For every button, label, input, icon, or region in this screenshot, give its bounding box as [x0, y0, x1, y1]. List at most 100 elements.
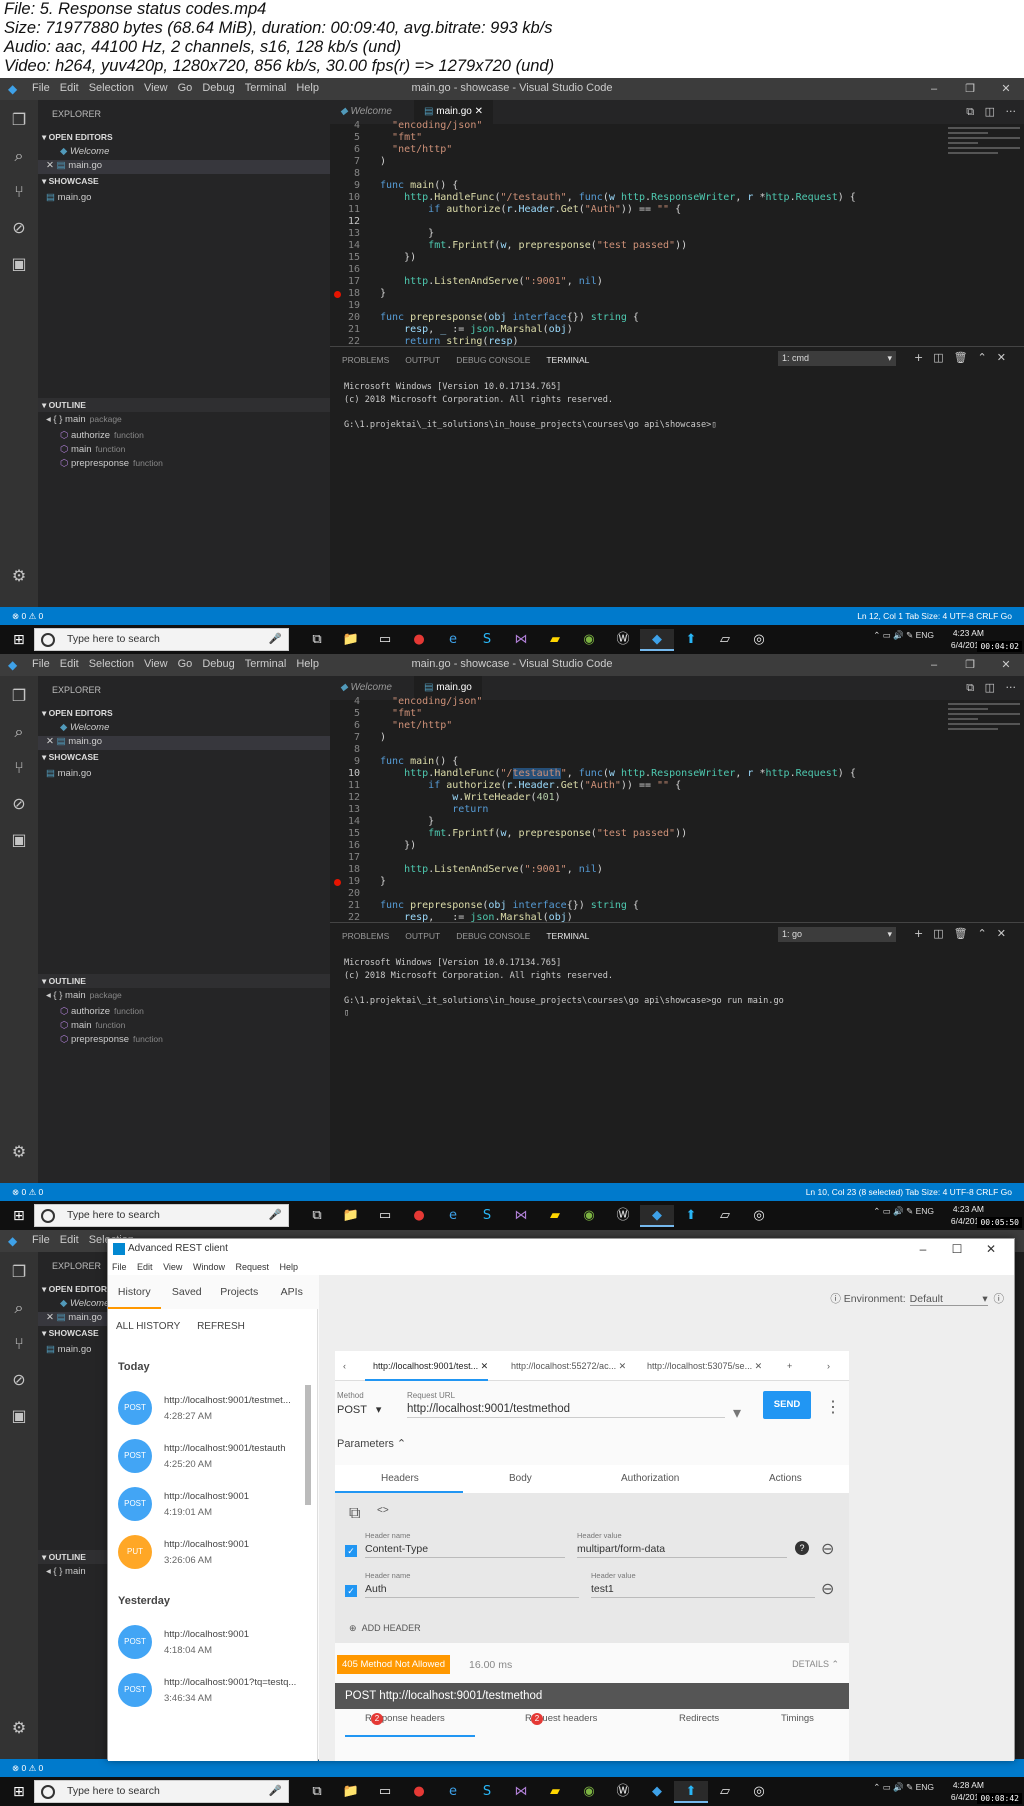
header-enabled-checkbox[interactable]: ✓ — [345, 1545, 357, 1557]
file-explorer-icon[interactable]: 📁 — [334, 1781, 368, 1803]
sticky-notes-icon[interactable]: ▰ — [538, 629, 572, 651]
files-icon[interactable]: ❐ — [9, 110, 29, 130]
showcase-section[interactable]: ▾ SHOWCASE — [38, 176, 330, 187]
open-editors-section[interactable]: ▾ OPEN EDITORS — [38, 132, 330, 143]
source-control-icon[interactable]: ⑂ — [9, 1334, 29, 1354]
tab-saved[interactable]: Saved — [161, 1275, 214, 1309]
tab-body[interactable]: Body — [509, 1473, 532, 1484]
menu-file[interactable]: File — [32, 1234, 50, 1246]
tab-problems[interactable]: PROBLEMS — [342, 355, 389, 365]
debug-icon[interactable]: ⊘ — [9, 794, 29, 814]
copy-icon[interactable]: ⧉ — [349, 1505, 360, 1523]
tab-authorization[interactable]: Authorization — [621, 1473, 679, 1484]
gear-icon[interactable]: ⚙ — [9, 1142, 29, 1162]
file-main-go[interactable]: ▤ main.go — [46, 192, 91, 203]
method-select[interactable]: POST ▾ — [337, 1403, 381, 1416]
outline-main-func[interactable]: ⬡ main function — [60, 1020, 125, 1031]
tab-output[interactable]: OUTPUT — [405, 931, 440, 941]
code-icon[interactable]: <> — [377, 1505, 389, 1516]
minimize-icon[interactable]: – — [916, 654, 952, 676]
chevron-down-icon[interactable]: ▾ — [733, 1403, 741, 1423]
history-item[interactable]: POST http://localhost:9001 4:19:01 AM — [118, 1487, 308, 1531]
history-item[interactable]: POST http://localhost:9001?tq=testq... 3:4… — [118, 1673, 308, 1717]
opera-icon[interactable]: ● — [402, 629, 436, 651]
tab-terminal[interactable]: TERMINAL — [546, 931, 589, 941]
wamp-icon[interactable]: Ⓦ — [606, 1205, 640, 1227]
problems-count[interactable]: ⊗ 0 ⚠ 0 — [12, 1759, 43, 1777]
maximize-icon[interactable]: ☐ — [940, 1239, 974, 1259]
edge-icon[interactable]: e — [436, 1781, 470, 1803]
open-editor-main-go[interactable]: ✕ ▤ main.go — [38, 160, 330, 174]
header-name-input[interactable]: Content-Type — [365, 1543, 565, 1558]
environment-selector[interactable]: ⓘ Environment: Default ▾ ⓘ — [830, 1291, 1004, 1306]
remove-header-icon[interactable]: ⊖ — [821, 1579, 834, 1599]
microphone-icon[interactable]: 🎤 — [269, 1205, 282, 1226]
terminal-app-icon[interactable]: ▭ — [368, 1205, 402, 1227]
parameters-toggle[interactable]: Parameters ⌃ — [337, 1437, 406, 1450]
cursor-status[interactable]: Ln 10, Col 23 (8 selected) Tab Size: 4 U… — [806, 1183, 1012, 1201]
outline-main[interactable]: ◂ { } main — [46, 1566, 86, 1577]
opera-icon[interactable]: ● — [402, 1781, 436, 1803]
task-view-icon[interactable]: ⧉ — [300, 1781, 334, 1803]
extensions-icon[interactable]: ▣ — [9, 1406, 29, 1426]
help-icon[interactable]: ⓘ — [994, 1293, 1005, 1305]
cursor-status[interactable]: Ln 12, Col 1 Tab Size: 4 UTF-8 CRLF Go — [857, 607, 1012, 625]
url-input[interactable]: http://localhost:9001/testmethod — [407, 1403, 725, 1418]
arc-menu-request[interactable]: Request — [235, 1262, 269, 1272]
microphone-icon[interactable]: 🎤 — [269, 629, 282, 650]
edge-icon[interactable]: e — [436, 629, 470, 651]
terminal-select[interactable]: 1: cmd ▾ — [778, 351, 896, 366]
opera-icon[interactable]: ● — [402, 1205, 436, 1227]
tab-timings[interactable]: Timings — [781, 1713, 814, 1724]
book-icon[interactable]: ▱ — [708, 1781, 742, 1803]
close-icon[interactable]: ✕ — [46, 160, 54, 171]
header-value-input[interactable]: test1 — [591, 1583, 815, 1598]
terminal-select[interactable]: 1: go ▾ — [778, 927, 896, 942]
restore-icon[interactable]: ❐ — [952, 654, 988, 676]
debug-icon[interactable]: ⊘ — [9, 218, 29, 238]
outline-section[interactable]: ▾ OUTLINE — [38, 398, 330, 412]
more-icon[interactable]: ⋮ — [825, 1397, 841, 1417]
minimize-icon[interactable]: – — [916, 78, 952, 100]
send-button[interactable]: SEND — [763, 1391, 811, 1419]
source-control-icon[interactable]: ⑂ — [9, 758, 29, 778]
sticky-notes-icon[interactable]: ▰ — [538, 1205, 572, 1227]
gear-icon[interactable]: ⚙ — [9, 566, 29, 586]
outline-main-func[interactable]: ⬡ main function — [60, 444, 125, 455]
visual-studio-icon[interactable]: ⋈ — [504, 1781, 538, 1803]
windows-start-icon[interactable]: ⊞ — [13, 632, 25, 648]
extensions-icon[interactable]: ▣ — [9, 254, 29, 274]
arc-menu-edit[interactable]: Edit — [137, 1262, 153, 1272]
outline-prepresponse[interactable]: ⬡ prepresponse function — [60, 1034, 163, 1045]
source-control-icon[interactable]: ⑂ — [9, 182, 29, 202]
terminal-output[interactable]: Microsoft Windows [Version 10.0.17134.76… — [344, 957, 784, 1020]
arc-menu-file[interactable]: File — [112, 1262, 127, 1272]
close-icon[interactable]: ✕ — [988, 78, 1024, 100]
request-tab-3[interactable]: http://localhost:53075/se... ✕ — [639, 1351, 762, 1381]
problems-count[interactable]: ⊗ 0 ⚠ 0 — [12, 1183, 43, 1201]
close-icon[interactable]: ✕ — [988, 654, 1024, 676]
app-icon[interactable]: ⬆ — [674, 1205, 708, 1227]
request-tab-2[interactable]: http://localhost:55272/ac... ✕ — [503, 1351, 626, 1381]
request-tab-1[interactable]: http://localhost:9001/test... ✕ — [365, 1351, 489, 1381]
editor-actions[interactable]: ⧉ ◫ ··· — [966, 681, 1016, 695]
help-icon[interactable]: ? — [795, 1541, 809, 1555]
sticky-notes-icon[interactable]: ▰ — [538, 1781, 572, 1803]
tab-apis[interactable]: APIs — [266, 1275, 319, 1309]
system-tray[interactable]: ⌃ ▭ 🔊 ✎ ENG — [873, 630, 934, 641]
header-enabled-checkbox[interactable]: ✓ — [345, 1585, 357, 1597]
arc-menu-view[interactable]: View — [163, 1262, 182, 1272]
files-icon[interactable]: ❐ — [9, 686, 29, 706]
restore-icon[interactable]: ❐ — [952, 78, 988, 100]
taskbar-search[interactable]: Type here to search 🎤 — [34, 1780, 289, 1803]
header-value-input[interactable]: multipart/form-data — [577, 1543, 787, 1558]
history-item[interactable]: POST http://localhost:9001/testauth 4:25:2… — [118, 1439, 308, 1483]
skype-icon[interactable]: S — [470, 629, 504, 651]
minimize-icon[interactable]: – — [906, 1239, 940, 1259]
editor-actions[interactable]: ⧉ ◫ ··· — [966, 105, 1016, 119]
terminal-app-icon[interactable]: ▭ — [368, 629, 402, 651]
task-view-icon[interactable]: ⧉ — [300, 629, 334, 651]
file-main-go[interactable]: ▤ main.go — [46, 768, 91, 779]
panel-actions[interactable]: +◫🗑⌃✕ — [914, 351, 1016, 364]
open-editor-welcome[interactable]: ◆ Welcome — [60, 722, 109, 733]
